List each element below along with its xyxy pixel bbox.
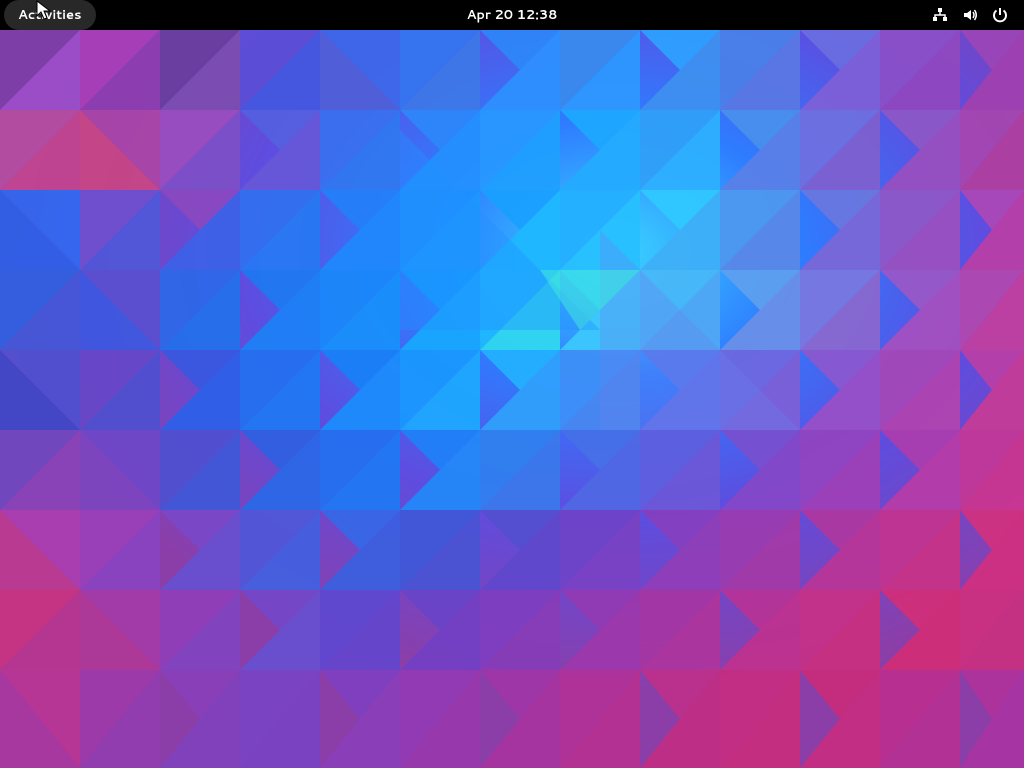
clock-button[interactable]: Apr 20 12:38: [455, 0, 570, 30]
clock-text: Apr 20 12:38: [467, 6, 558, 24]
top-bar: Activities Apr 20 12:38: [0, 0, 1024, 30]
system-tray[interactable]: [932, 0, 1016, 30]
activities-label: Activities: [18, 6, 82, 24]
volume-icon: [962, 7, 978, 23]
power-icon: [992, 7, 1008, 23]
desktop-wallpaper: [0, 30, 1024, 768]
activities-button[interactable]: Activities: [4, 0, 96, 30]
network-icon: [932, 7, 948, 23]
